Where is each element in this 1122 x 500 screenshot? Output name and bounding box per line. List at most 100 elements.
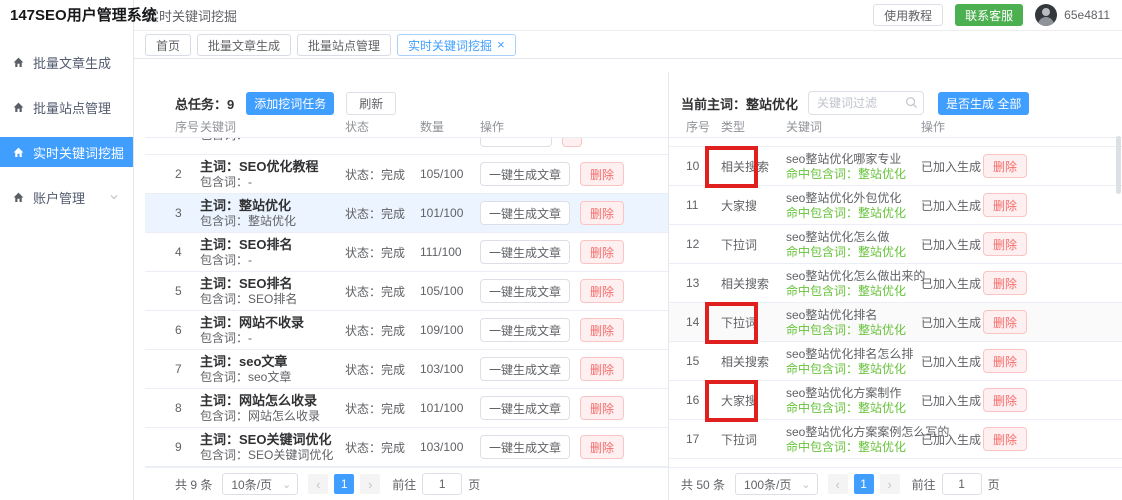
- next-page-button[interactable]: ›: [880, 474, 900, 494]
- keyword-row: 14下拉词seo整站优化排名命中包含词：整站优化已加入生成删除: [669, 303, 1122, 342]
- column-header: 关键词: [786, 118, 921, 137]
- top-bar: 实时关键词挖掘 使用教程 联系客服 65e4811: [134, 0, 1122, 31]
- generate-article-button[interactable]: 一键生成文章: [480, 396, 570, 420]
- keyword-text: seo整站优化排名怎么排: [786, 346, 921, 362]
- delete-button[interactable]: 删除: [983, 232, 1027, 256]
- row-keyword: seo整站优化方案制作命中包含词：整站优化: [786, 385, 921, 416]
- row-status: 状态：完成: [345, 361, 420, 378]
- row-type: 下拉词: [721, 431, 786, 448]
- keyword-text: seo整站优化方案案例怎么写的: [786, 424, 921, 440]
- page-size-value: 10条/页: [231, 476, 272, 493]
- page-size-select[interactable]: 10条/页 ⌄: [222, 473, 298, 495]
- row-status: 已加入生成: [921, 392, 983, 409]
- delete-button[interactable]: 删除: [580, 396, 624, 420]
- sidebar: 147SEO用户管理系统 批量文章生成批量站点管理实时关键词挖掘账户管理: [0, 0, 134, 500]
- tasks-table-body: 包含词：- 2主词：SEO优化教程包含词：-状态：完成105/100一键生成文章删…: [145, 138, 668, 467]
- chevron-down-icon: ⌄: [801, 478, 810, 491]
- delete-button[interactable]: 删除: [580, 162, 624, 186]
- delete-button[interactable]: 删除: [983, 154, 1027, 178]
- delete-button[interactable]: 删除: [983, 349, 1027, 373]
- keyword-row: 命中包含词：整站优化: [669, 138, 1122, 147]
- keywords-pagination: 共 50 条 100条/页 ⌄ ‹ 1 › 前往 页: [669, 467, 1122, 500]
- row-status: 已加入生成: [921, 314, 983, 331]
- delete-button[interactable]: 删除: [580, 318, 624, 342]
- add-mining-task-button[interactable]: 添加挖词任务: [246, 92, 334, 115]
- row-index: 9: [175, 440, 200, 454]
- row-actions: 删除: [983, 193, 1122, 217]
- refresh-button[interactable]: 刷新: [346, 92, 396, 115]
- delete-button[interactable]: [562, 138, 582, 147]
- row-index: 10: [686, 159, 721, 173]
- row-keyword: 主词：SEO关键词优化包含词：SEO关键词优化: [200, 432, 345, 463]
- goto-label: 前往: [392, 476, 416, 493]
- row-status: 状态：完成: [345, 439, 420, 456]
- page-number-1[interactable]: 1: [334, 474, 354, 494]
- generate-article-button[interactable]: 一键生成文章: [480, 357, 570, 381]
- task-row: 8主词：网站怎么收录包含词：网站怎么收录状态：完成101/100一键生成文章删除: [145, 389, 668, 428]
- delete-button[interactable]: 删除: [983, 271, 1027, 295]
- keyword-row: seo整站优化方法: [669, 459, 1122, 467]
- row-index: 8: [175, 401, 200, 415]
- search-icon: [905, 96, 918, 109]
- delete-button[interactable]: 删除: [983, 388, 1027, 412]
- sidebar-item[interactable]: 实时关键词挖掘: [0, 137, 133, 167]
- delete-button[interactable]: 删除: [983, 310, 1027, 334]
- keyword-text: seo整站优化排名: [786, 307, 921, 323]
- sidebar-item-label: 账户管理: [33, 188, 85, 207]
- prev-page-button[interactable]: ‹: [308, 474, 328, 494]
- task-row: 2主词：SEO优化教程包含词：-状态：完成105/100一键生成文章删除: [145, 155, 668, 194]
- keyword-row: 11大家搜seo整站优化外包优化命中包含词：整站优化已加入生成删除: [669, 186, 1122, 225]
- total-tasks-text: 总任务：: [175, 97, 227, 112]
- task-include-word: 包含词：-: [200, 138, 345, 143]
- task-include-word: 包含词：SEO排名: [200, 292, 345, 307]
- column-header: 序号: [686, 118, 721, 137]
- generate-article-button[interactable]: 一键生成文章: [480, 201, 570, 225]
- sidebar-item[interactable]: 批量站点管理: [0, 92, 133, 122]
- generate-article-button[interactable]: 一键生成文章: [480, 435, 570, 459]
- generate-article-button[interactable]: 一键生成文章: [480, 279, 570, 303]
- close-icon[interactable]: ×: [497, 40, 505, 50]
- contact-support-button[interactable]: 联系客服: [955, 4, 1023, 26]
- scrollbar-thumb[interactable]: [1116, 136, 1121, 194]
- row-keyword: seo整站优化排名怎么排命中包含词：整站优化: [786, 346, 921, 377]
- task-row: 包含词：-: [145, 138, 668, 155]
- generate-article-button[interactable]: 一键生成文章: [480, 162, 570, 186]
- page-size-select[interactable]: 100条/页 ⌄: [735, 473, 818, 495]
- row-keyword: 主词：SEO排名包含词：SEO排名: [200, 276, 345, 307]
- prev-page-button[interactable]: ‹: [828, 474, 848, 494]
- avatar[interactable]: [1035, 4, 1057, 26]
- delete-button[interactable]: 删除: [580, 201, 624, 225]
- delete-button[interactable]: 删除: [580, 279, 624, 303]
- task-include-word: 包含词：seo文章: [200, 370, 345, 385]
- tab[interactable]: 批量站点管理: [297, 34, 391, 56]
- sidebar-nav: 批量文章生成批量站点管理实时关键词挖掘账户管理: [0, 47, 133, 227]
- row-index: 4: [175, 245, 200, 259]
- tutorial-button[interactable]: 使用教程: [873, 4, 943, 26]
- row-keyword: 主词：seo文章包含词：seo文章: [200, 354, 345, 385]
- row-count: 109/100: [420, 323, 480, 337]
- generate-article-button[interactable]: 一键生成文章: [480, 240, 570, 264]
- row-count: 101/100: [420, 206, 480, 220]
- generate-all-button[interactable]: 是否生成 全部: [938, 92, 1029, 115]
- goto-page-input[interactable]: [422, 473, 462, 495]
- page-number-1[interactable]: 1: [854, 474, 874, 494]
- row-keyword: seo整站优化方案案例怎么写的命中包含词：整站优化: [786, 424, 921, 455]
- tab[interactable]: 批量文章生成: [197, 34, 291, 56]
- delete-button[interactable]: 删除: [983, 427, 1027, 451]
- next-page-button[interactable]: ›: [360, 474, 380, 494]
- goto-page-input[interactable]: [942, 473, 982, 495]
- row-index: 16: [686, 393, 721, 407]
- delete-button[interactable]: 删除: [580, 357, 624, 381]
- delete-button[interactable]: 删除: [580, 240, 624, 264]
- delete-button[interactable]: 删除: [580, 435, 624, 459]
- sidebar-item[interactable]: 批量文章生成: [0, 47, 133, 77]
- delete-button[interactable]: 删除: [983, 193, 1027, 217]
- generate-article-button[interactable]: 一键生成文章: [480, 318, 570, 342]
- generate-article-button[interactable]: [480, 138, 552, 147]
- sidebar-item[interactable]: 账户管理: [0, 182, 133, 212]
- row-actions: 一键生成文章删除: [480, 240, 668, 264]
- tab[interactable]: 首页: [145, 34, 191, 56]
- row-actions: 删除: [983, 388, 1122, 412]
- hit-include-word: 命中包含词：整站优化: [786, 245, 921, 260]
- tab[interactable]: 实时关键词挖掘×: [397, 34, 516, 56]
